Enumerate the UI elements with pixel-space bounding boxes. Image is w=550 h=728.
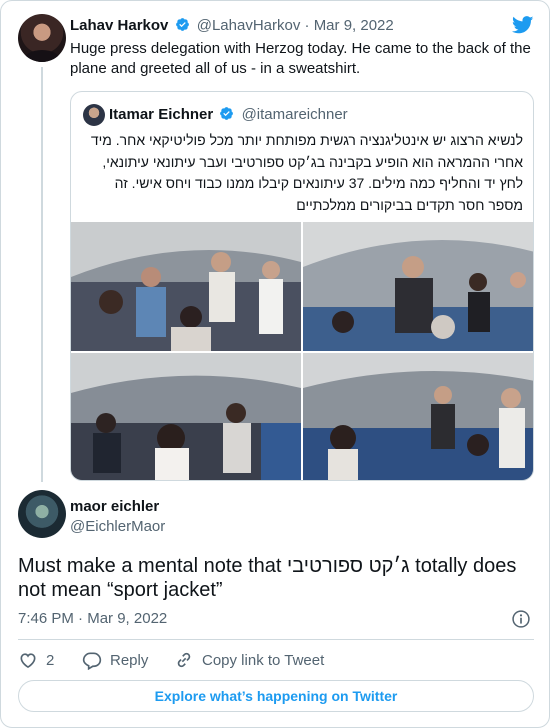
thread-line [41, 67, 43, 482]
reply-time: 7:46 PM [18, 610, 74, 627]
avatar-maor-eichler[interactable] [18, 490, 66, 538]
copy-link-label: Copy link to Tweet [202, 651, 325, 669]
reply-icon [82, 652, 102, 670]
copy-link-button[interactable]: Copy link to Tweet [174, 649, 324, 671]
explore-twitter-button[interactable]: Explore what’s happening on Twitter [18, 680, 534, 712]
info-icon[interactable] [511, 609, 531, 629]
reply-text: Must make a mental note that ג׳קט ספורטי… [18, 555, 517, 601]
twitter-bird-icon[interactable] [512, 16, 534, 34]
reply-button[interactable]: Reply [82, 649, 148, 671]
verified-badge-icon [175, 18, 189, 31]
photo-3[interactable] [71, 353, 301, 480]
photo-1[interactable] [71, 222, 301, 351]
photo-4[interactable] [303, 353, 533, 480]
avatar-lahav-harkov[interactable] [18, 14, 66, 62]
author-name[interactable]: Lahav Harkov [70, 17, 168, 34]
quoted-author-handle[interactable]: @itamareichner [242, 106, 348, 123]
quoted-tweet[interactable]: Itamar Eichner @itamareichner לנשיא הרצו… [70, 91, 534, 481]
reply-author-name[interactable]: maor eichler [70, 498, 159, 515]
embedded-tweet-card: Lahav Harkov @LahavHarkov · Mar 9, 2022 … [0, 0, 550, 728]
link-icon [177, 652, 191, 668]
tweet-header: Lahav Harkov @LahavHarkov · Mar 9, 2022 [70, 17, 394, 34]
like-button[interactable]: 2 [18, 649, 54, 671]
photo-grid [71, 222, 533, 480]
quoted-header: Itamar Eichner @itamareichner [109, 106, 348, 123]
date-separator: · [304, 17, 310, 34]
quoted-author-name[interactable]: Itamar Eichner [109, 106, 213, 123]
tweet-text: Huge press delegation with Herzog today.… [70, 40, 531, 77]
author-handle[interactable]: @LahavHarkov [197, 17, 301, 34]
reply-separator: · [78, 610, 84, 627]
reply-author-handle[interactable]: @EichlerMaor [70, 518, 165, 535]
tweet-date[interactable]: Mar 9, 2022 [314, 17, 394, 34]
verified-badge-icon [220, 107, 234, 120]
quoted-text: לנשיא הרצוג יש אינטליגנציה רגשית מפותחת … [90, 132, 523, 213]
reply-date: Mar 9, 2022 [87, 610, 168, 627]
photo-2[interactable] [303, 222, 533, 351]
heart-icon [20, 653, 36, 669]
avatar-itamar-eichner[interactable] [83, 104, 105, 126]
like-count: 2 [46, 651, 55, 669]
reply-label: Reply [110, 651, 149, 669]
reply-timestamp[interactable]: 7:46 PM · Mar 9, 2022 [18, 610, 167, 627]
divider [18, 639, 534, 640]
